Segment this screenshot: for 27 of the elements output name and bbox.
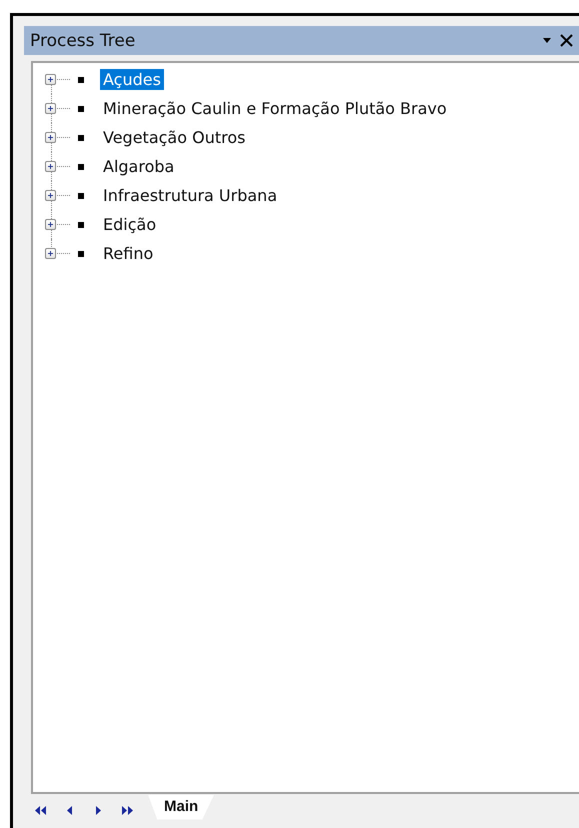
last-icon[interactable]	[121, 806, 134, 814]
tree-item[interactable]: Açudes	[100, 69, 164, 90]
tree-item[interactable]: Vegetação Outros	[100, 127, 248, 148]
tree-item[interactable]: Mineração Caulin e Formação Plutão Bravo	[100, 98, 450, 119]
first-icon[interactable]	[34, 806, 47, 814]
expand-icon[interactable]	[45, 219, 56, 230]
bullet-icon	[78, 164, 84, 170]
bullet-icon	[78, 222, 84, 228]
expand-icon[interactable]	[45, 132, 56, 143]
bullet-icon	[78, 106, 84, 112]
bullet-icon	[78, 134, 84, 140]
sheet-tab[interactable]: Main	[148, 794, 214, 820]
tree-item[interactable]: Refino	[100, 243, 156, 264]
tree-item[interactable]: Infraestrutura Urbana	[100, 185, 280, 206]
tree-item[interactable]: Algaroba	[100, 156, 178, 177]
expand-icon[interactable]	[45, 190, 56, 201]
close-icon[interactable]	[560, 34, 573, 47]
expand-icon[interactable]	[45, 161, 56, 172]
tree-item[interactable]: Edição	[100, 214, 160, 235]
panel-title: Process Tree	[30, 30, 136, 50]
bullet-icon	[78, 250, 84, 256]
expand-icon[interactable]	[45, 74, 56, 85]
bullet-icon	[78, 76, 84, 82]
bullet-icon	[78, 192, 84, 198]
expand-icon[interactable]	[45, 103, 56, 114]
expand-icon[interactable]	[45, 248, 56, 259]
dropdown-icon[interactable]	[543, 38, 551, 43]
